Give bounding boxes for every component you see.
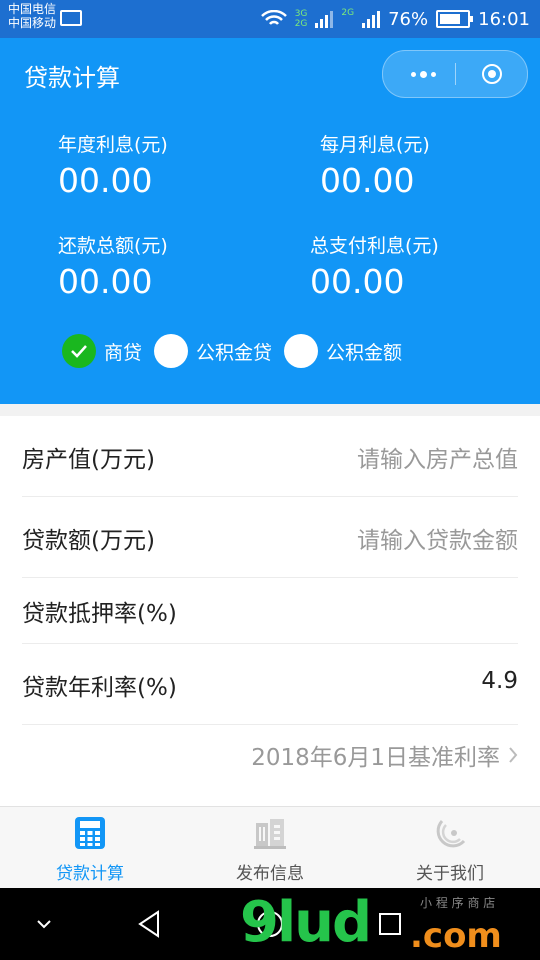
loan-type-radio-group: 商贷 公积金贷 公积金额 xyxy=(62,334,414,368)
building-icon xyxy=(254,819,286,849)
calculator-icon xyxy=(75,817,105,849)
radio-circle-icon xyxy=(284,334,319,368)
network-type-1: 3G 2G xyxy=(295,9,308,29)
signal-1-icon xyxy=(315,10,334,28)
loan-type-provident-amount[interactable]: 公积金额 xyxy=(284,334,402,368)
loan-form: 房产值(万元) 请输入房产总值 贷款额(万元) 请输入贷款金额 贷款抵押率(%)… xyxy=(0,416,540,806)
mini-program-capsule xyxy=(382,50,528,98)
total-interest-value: 00.00 xyxy=(310,262,405,301)
loan-amount-input[interactable]: 请输入贷款金额 xyxy=(357,521,518,555)
monthly-interest-value: 00.00 xyxy=(320,161,415,200)
mortgage-rate-row: 贷款抵押率(%) xyxy=(22,578,518,644)
page-title: 贷款计算 xyxy=(24,64,120,92)
status-bar: 中国电信 中国移动 3G 2G 2G 76% 16:01 xyxy=(0,0,540,38)
keyboard-icon xyxy=(60,10,82,26)
radio-circle-icon xyxy=(154,334,189,368)
benchmark-rate-link[interactable]: 2018年6月1日基准利率 xyxy=(251,738,518,772)
clock: 16:01 xyxy=(478,8,530,30)
watermark: 9lud .com 小 程 序 商 店 xyxy=(240,888,540,960)
loan-type-label: 公积金额 xyxy=(326,341,403,364)
mortgage-rate-input[interactable] xyxy=(338,594,518,624)
monthly-interest: 每月利息(元) 00.00 xyxy=(320,130,430,200)
back-icon[interactable] xyxy=(132,906,168,942)
tab-loan-calculator[interactable]: 贷款计算 xyxy=(0,807,180,889)
battery-icon xyxy=(436,10,474,28)
signal-2-icon xyxy=(362,10,381,28)
logo-icon xyxy=(436,819,466,848)
total-interest: 总支付利息(元) 00.00 xyxy=(310,231,439,301)
network-type-2: 2G xyxy=(341,8,355,18)
tab-label: 贷款计算 xyxy=(56,864,124,884)
carrier-2: 中国移动 xyxy=(8,16,57,30)
monthly-interest-label: 每月利息(元) xyxy=(320,134,430,156)
loan-type-provident-fund[interactable]: 公积金贷 xyxy=(154,334,272,368)
tab-label: 发布信息 xyxy=(236,864,304,884)
watermark-domain: .com xyxy=(410,916,502,956)
total-interest-label: 总支付利息(元) xyxy=(310,235,439,257)
battery-percent: 76% xyxy=(388,8,429,30)
property-value-input[interactable]: 请输入房产总值 xyxy=(357,440,518,474)
loan-amount-row: 贷款额(万元) 请输入贷款金额 xyxy=(22,497,518,578)
total-repayment: 还款总额(元) 00.00 xyxy=(58,231,168,301)
target-icon xyxy=(482,64,502,84)
chevron-down-icon[interactable] xyxy=(26,906,62,942)
check-icon xyxy=(62,334,96,368)
wifi-icon xyxy=(260,10,287,25)
watermark-main: 9lud xyxy=(240,890,372,955)
tab-publish-info[interactable]: 发布信息 xyxy=(180,807,360,889)
chevron-right-icon xyxy=(509,747,518,763)
annual-interest-label: 年度利息(元) xyxy=(58,134,168,156)
close-mini-program-button[interactable] xyxy=(479,61,505,87)
property-value-row: 房产值(万元) 请输入房产总值 xyxy=(22,416,518,497)
capsule-divider xyxy=(455,63,456,85)
loan-type-label: 公积金贷 xyxy=(196,341,273,364)
net-1-bottom: 2G xyxy=(294,19,308,29)
status-indicators: 3G 2G 2G 76% 16:01 xyxy=(260,8,530,30)
net-1-top: 3G xyxy=(294,9,308,19)
loan-type-commercial[interactable]: 商贷 xyxy=(62,334,142,368)
result-panel: 贷款计算 年度利息(元) 00.00 每月利息(元) 00.00 还款总额(元)… xyxy=(0,38,540,404)
total-repayment-value: 00.00 xyxy=(58,262,153,301)
tab-bar: 贷款计算 发布信息 关于我们 xyxy=(0,806,540,889)
annual-rate-label: 贷款年利率(%) xyxy=(22,675,177,701)
total-repayment-label: 还款总额(元) xyxy=(58,235,168,257)
tab-label: 关于我们 xyxy=(416,864,484,884)
carrier-info: 中国电信 中国移动 xyxy=(8,2,56,30)
more-menu-button[interactable] xyxy=(405,61,441,87)
annual-interest-value: 00.00 xyxy=(58,161,153,200)
watermark-small: 小 程 序 商 店 xyxy=(420,896,496,910)
loan-amount-label: 贷款额(万元) xyxy=(22,528,155,554)
annual-rate-input[interactable]: 4.9 xyxy=(481,668,518,694)
loan-type-label: 商贷 xyxy=(104,341,143,364)
battery-fill xyxy=(440,14,460,24)
mortgage-rate-label: 贷款抵押率(%) xyxy=(22,601,177,627)
annual-rate-row: 贷款年利率(%) 4.9 xyxy=(22,644,518,725)
carrier-1: 中国电信 xyxy=(8,2,57,16)
property-value-label: 房产值(万元) xyxy=(22,447,155,473)
benchmark-rate-text: 2018年6月1日基准利率 xyxy=(251,745,500,771)
tab-about-us[interactable]: 关于我们 xyxy=(360,807,540,889)
annual-interest: 年度利息(元) 00.00 xyxy=(58,130,168,200)
